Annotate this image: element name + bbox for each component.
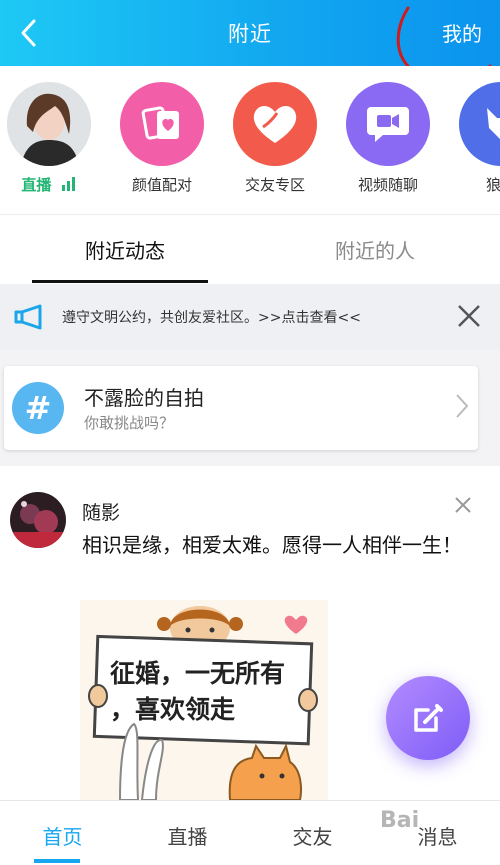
quick-entry-face-match[interactable]: 颜值配对 xyxy=(107,82,217,195)
bottom-nav: 首页 直播 交友 消息 xyxy=(0,800,500,865)
quick-entry-dating[interactable]: 交友专区 xyxy=(220,82,330,195)
edit-icon xyxy=(414,704,443,732)
quick-entry-video-chat[interactable]: 视频随聊 xyxy=(333,82,443,195)
quick-entry-row: 直播 颜值配对 交友专区 视频随聊 狼 xyxy=(0,66,500,214)
sign-text-line2: ，喜欢领走 xyxy=(110,695,235,724)
hashtag-icon: # xyxy=(12,382,64,434)
nav-item-messages[interactable]: 消息 xyxy=(375,821,500,850)
nav-item-home[interactable]: 首页 xyxy=(0,821,125,850)
active-tab-indicator xyxy=(32,280,208,283)
post-text: 相识是缘，相爱太难。愿得一人相伴一生！ xyxy=(82,533,462,557)
notice-banner[interactable]: 遵守文明公约，共创友爱社区。>>点击查看<< xyxy=(0,284,500,350)
compose-button[interactable] xyxy=(386,676,470,760)
page-title: 附近 xyxy=(228,22,272,46)
video-chat-icon xyxy=(367,107,409,142)
close-icon[interactable] xyxy=(456,303,482,329)
sign-text-line1: 征婚，一无所有 xyxy=(110,659,285,688)
avatar-photo-icon xyxy=(10,492,66,548)
post-username[interactable]: 随影 xyxy=(82,498,120,525)
nav-item-live[interactable]: 直播 xyxy=(125,821,250,850)
live-avatar xyxy=(7,82,91,166)
quick-entry-live[interactable]: 直播 xyxy=(0,82,104,195)
cards-heart-icon xyxy=(141,106,179,140)
mine-button[interactable]: 我的 xyxy=(442,18,482,47)
notice-text: 遵守文明公约，共创友爱社区。>>点击查看<< xyxy=(62,310,361,326)
topic-subtitle: 你敢挑战吗？ xyxy=(84,414,175,432)
quick-entry-label: 颜值配对 xyxy=(131,176,192,194)
cartoon-sign-illustration: 征婚，一无所有 ，喜欢领走 xyxy=(80,600,328,800)
post-image[interactable]: 征婚，一无所有 ，喜欢领走 xyxy=(80,600,328,800)
quick-entry-label: 直播 xyxy=(21,176,52,194)
chevron-right-icon xyxy=(456,394,469,418)
quick-entry-label: 交友专区 xyxy=(244,176,305,194)
quick-entry-label: 视频随聊 xyxy=(357,176,418,194)
quick-entry-werewolf[interactable]: 狼人 xyxy=(446,82,500,195)
top-header: 附近 我的 xyxy=(0,0,500,83)
topic-title: 不露脸的自拍 xyxy=(84,386,204,410)
topic-card[interactable]: # 不露脸的自拍 你敢挑战吗？ xyxy=(4,366,478,450)
signal-bars-icon xyxy=(61,177,75,191)
megaphone-icon xyxy=(14,304,42,330)
feed-tabs: 附近动态 附近的人 xyxy=(0,214,500,285)
quick-entry-label: 狼人 xyxy=(485,176,500,194)
tab-nearby-people[interactable]: 附近的人 xyxy=(250,235,500,264)
active-nav-indicator xyxy=(34,859,80,863)
person-photo-icon xyxy=(7,82,91,166)
avatar[interactable] xyxy=(10,492,66,548)
nav-item-friends[interactable]: 交友 xyxy=(250,821,375,850)
wolf-icon xyxy=(487,108,500,139)
close-icon[interactable] xyxy=(454,496,472,514)
tab-nearby-moments[interactable]: 附近动态 xyxy=(0,235,250,264)
heart-icon xyxy=(253,106,297,143)
